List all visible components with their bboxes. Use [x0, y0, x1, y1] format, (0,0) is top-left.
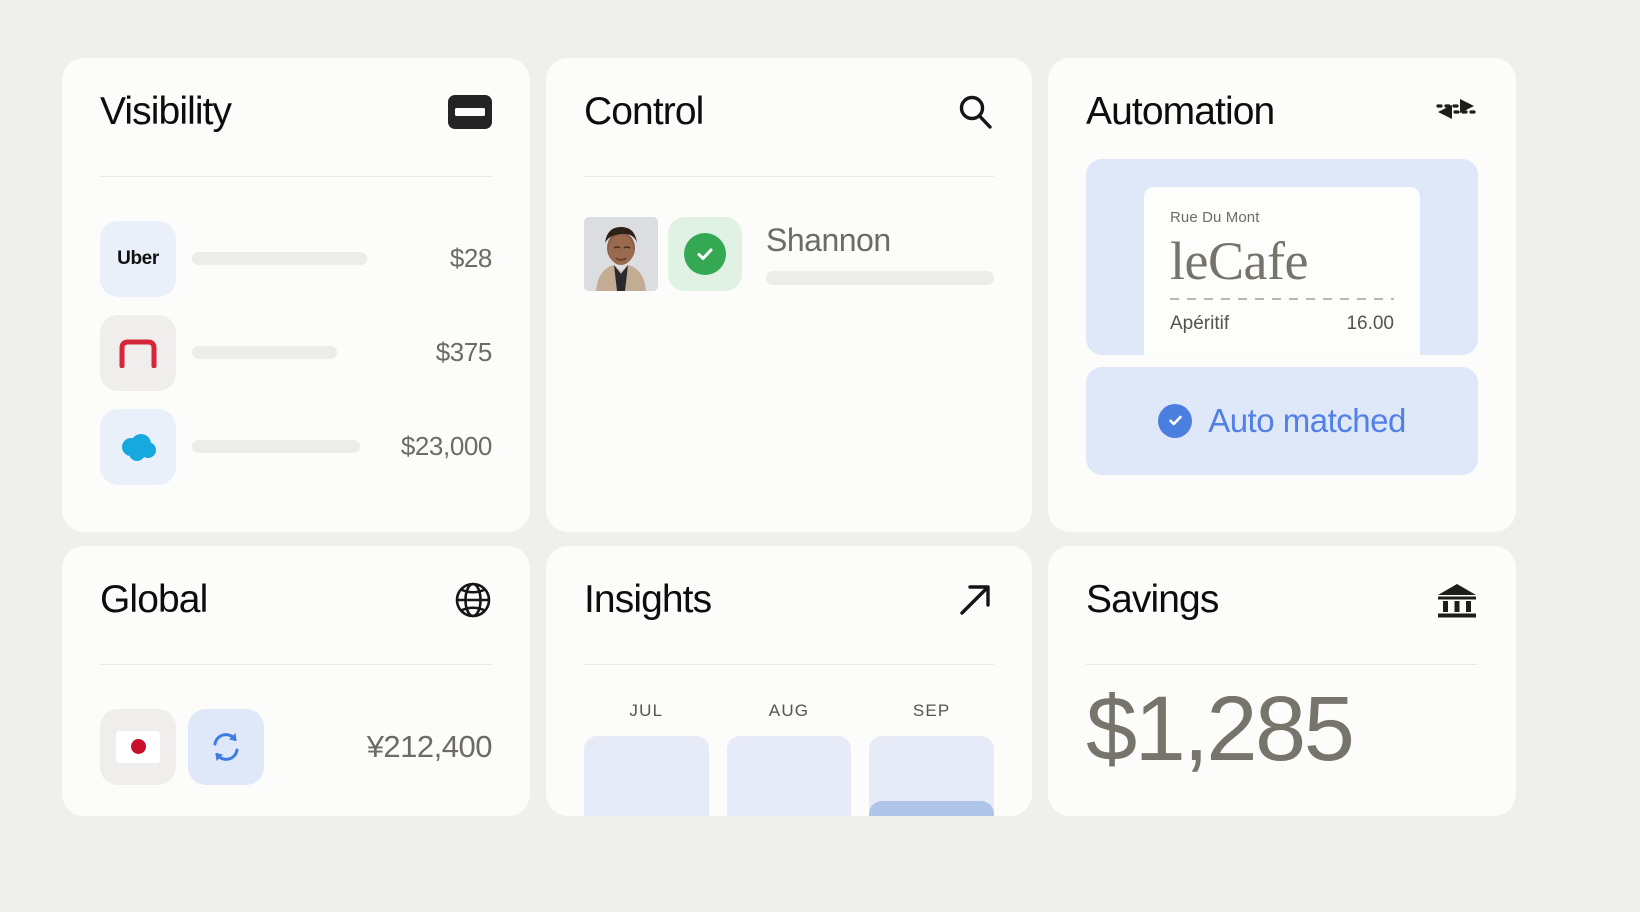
savings-card-header: Savings — [1086, 578, 1478, 621]
savings-card[interactable]: Savings $1,285 — [1048, 546, 1516, 816]
page-title: Automation — [1086, 90, 1275, 133]
savings-divider — [1086, 663, 1478, 665]
page-title: Global — [100, 578, 208, 621]
uber-logo: Uber — [100, 220, 176, 297]
transaction-amount: $28 — [449, 243, 493, 274]
salesforce-cloud-logo — [100, 408, 176, 485]
global-card-header: Global — [100, 578, 492, 621]
person-name: Shannon — [766, 222, 891, 259]
bar-track — [726, 735, 852, 816]
automation-body: Rue Du Mont leCafe Apéritif 16.00 Auto m… — [1086, 158, 1478, 475]
amount-placeholder-bar — [192, 346, 337, 360]
receipt-address: Rue Du Mont — [1170, 208, 1260, 226]
avatar — [584, 216, 658, 291]
automation-card-header: Automation — [1086, 90, 1478, 133]
control-person-row[interactable]: Shannon — [584, 216, 994, 291]
amount-placeholder-bar — [192, 252, 367, 266]
page-title: Insights — [584, 578, 712, 621]
transaction-amount: $23,000 — [400, 431, 493, 462]
dashboard-board: Visibility Uber $28 $375 $23,000 Control… — [0, 0, 1640, 912]
page-title: Control — [584, 90, 704, 133]
japan-flag-icon — [100, 708, 176, 785]
receipt-frame: Rue Du Mont leCafe Apéritif 16.00 — [1086, 158, 1478, 355]
flag-field — [116, 730, 160, 763]
search-icon[interactable] — [956, 93, 994, 131]
chart-tick-label: AUG — [768, 700, 810, 720]
global-balance: ¥212,400 — [366, 728, 493, 764]
insights-card-header: Insights — [584, 578, 994, 621]
detail-placeholder-bar — [766, 271, 994, 286]
receipt-item-amount: 16.00 — [1346, 313, 1394, 335]
visibility-divider — [100, 175, 492, 177]
control-card-header: Control — [584, 90, 994, 133]
receipt-line-item: Apéritif 16.00 — [1170, 313, 1394, 335]
control-divider — [584, 175, 994, 177]
list-item[interactable]: Uber $28 — [100, 220, 493, 297]
automation-card[interactable]: Automation Rue Du Mont leCafe Apéritif 1… — [1048, 58, 1516, 532]
receipt-item-name: Apéritif — [1170, 313, 1230, 335]
refresh-sync-icon[interactable] — [188, 708, 264, 785]
chart-column-sep[interactable]: SEP — [869, 700, 995, 816]
visibility-transaction-list: Uber $28 $375 $23,000 — [100, 220, 493, 485]
visibility-card-header: Visibility — [100, 90, 492, 133]
receipt-merchant: leCafe — [1170, 230, 1308, 291]
status-badge — [668, 216, 742, 291]
bar-track — [869, 735, 995, 816]
bar-track — [584, 735, 709, 816]
auto-matched-banner[interactable]: Auto matched — [1086, 366, 1478, 475]
check-circle-filled-icon — [1158, 403, 1193, 438]
credit-card-icon[interactable] — [448, 95, 492, 130]
list-item[interactable]: $23,000 — [100, 408, 493, 485]
page-title: Visibility — [100, 90, 232, 133]
control-card[interactable]: Control Shannon — [546, 58, 1032, 532]
arrow-up-right-icon[interactable] — [956, 581, 994, 619]
gusto-logo — [100, 314, 176, 391]
visibility-card[interactable]: Visibility Uber $28 $375 $23,000 — [62, 58, 530, 532]
global-account-row[interactable]: ¥212,400 — [100, 708, 493, 785]
chart-tick-label: SEP — [912, 700, 951, 720]
chart-column-aug[interactable]: AUG — [726, 700, 852, 816]
receipt[interactable]: Rue Du Mont leCafe Apéritif 16.00 — [1144, 186, 1420, 355]
page-title: Savings — [1086, 578, 1219, 621]
list-item[interactable]: $375 — [100, 314, 493, 391]
card-grid: Visibility Uber $28 $375 $23,000 Control… — [62, 58, 1578, 816]
insights-bar-chart: JUL AUG SEP — [584, 700, 995, 816]
check-circle-icon — [684, 232, 726, 275]
amount-placeholder-bar — [192, 440, 360, 454]
globe-icon[interactable] — [454, 581, 492, 619]
bar-fill — [869, 800, 995, 816]
chart-tick-label: JUL — [629, 700, 664, 720]
bank-icon[interactable] — [1436, 581, 1478, 619]
chart-column-jul[interactable]: JUL — [584, 701, 709, 816]
global-card[interactable]: Global ¥212,400 — [62, 546, 530, 816]
insights-card[interactable]: Insights JUL AUG SEP — [546, 546, 1032, 816]
savings-balance: $1,285 — [1086, 677, 1355, 780]
transfer-arrows-icon[interactable] — [1434, 94, 1478, 130]
insights-divider — [584, 663, 994, 665]
uber-wordmark: Uber — [117, 247, 159, 269]
auto-matched-label: Auto matched — [1208, 401, 1406, 439]
control-person-info: Shannon — [766, 222, 994, 286]
flag-sun — [130, 739, 146, 755]
transaction-amount: $375 — [435, 337, 493, 368]
global-divider — [100, 663, 492, 665]
receipt-divider — [1170, 298, 1394, 301]
